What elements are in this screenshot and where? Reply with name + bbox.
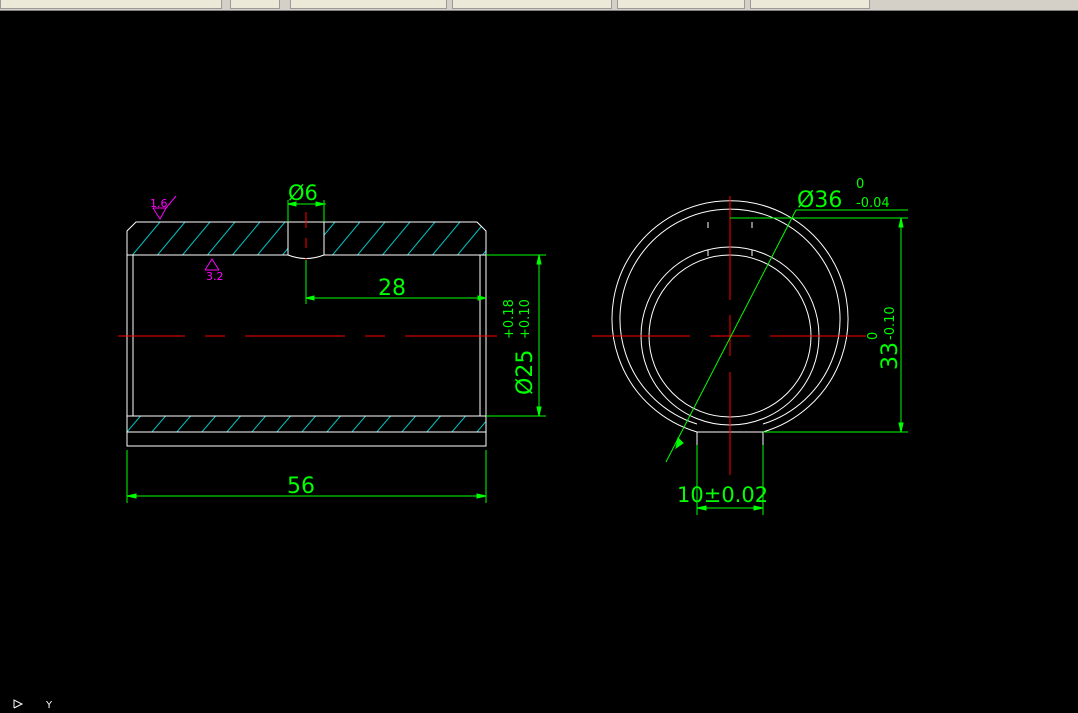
- front-centerline: [118, 212, 497, 337]
- side-centerline: [592, 196, 866, 475]
- outer-tol-upper: 0: [856, 177, 864, 192]
- length-dim-label: 56: [287, 474, 315, 499]
- roughness-outer-label: 1.6: [150, 197, 168, 210]
- toolbar: [0, 0, 1078, 11]
- linetype-dropdown[interactable]: [452, 0, 612, 9]
- roughness-inner-label: 3.2: [206, 270, 224, 283]
- height-dim-label: 33: [878, 342, 903, 370]
- bore-dim-label: Ø25: [513, 350, 538, 395]
- bore-tol-upper: +0.18: [502, 299, 517, 339]
- side-view: Ø36 0 -0.04 33 0 -0.10 10±0.02: [592, 177, 908, 515]
- hole-dim-label: Ø6: [288, 181, 318, 205]
- outer-tol-lower: -0.04: [856, 196, 890, 211]
- plotstyle-dropdown[interactable]: [750, 0, 870, 9]
- layer-tools-icons[interactable]: [230, 0, 280, 9]
- height-tol-lower: -0.10: [883, 306, 898, 340]
- ucs-label: Y: [45, 700, 53, 709]
- lineweight-dropdown[interactable]: [617, 0, 745, 9]
- ucs-icon: [13, 699, 24, 709]
- layer-dropdown[interactable]: [0, 0, 222, 9]
- bore-tol-lower: +0.10: [518, 299, 533, 339]
- front-view: Ø6 28 56 Ø25 +0.18 +0.10 1.6 3.2: [118, 181, 546, 503]
- drawing-canvas[interactable]: Ø6 28 56 Ø25 +0.18 +0.10 1.6 3.2 Ø36 0 -…: [0, 11, 1078, 711]
- offset-dim-label: 28: [378, 276, 406, 301]
- slot-dim-label: 10±0.02: [677, 483, 768, 507]
- height-tol-upper: 0: [866, 332, 881, 340]
- section-hatch: [127, 222, 486, 255]
- color-dropdown[interactable]: [290, 0, 447, 9]
- part-outline: [126, 221, 487, 447]
- side-dimensions: [665, 209, 908, 515]
- outer-dim-label: Ø36: [797, 188, 842, 213]
